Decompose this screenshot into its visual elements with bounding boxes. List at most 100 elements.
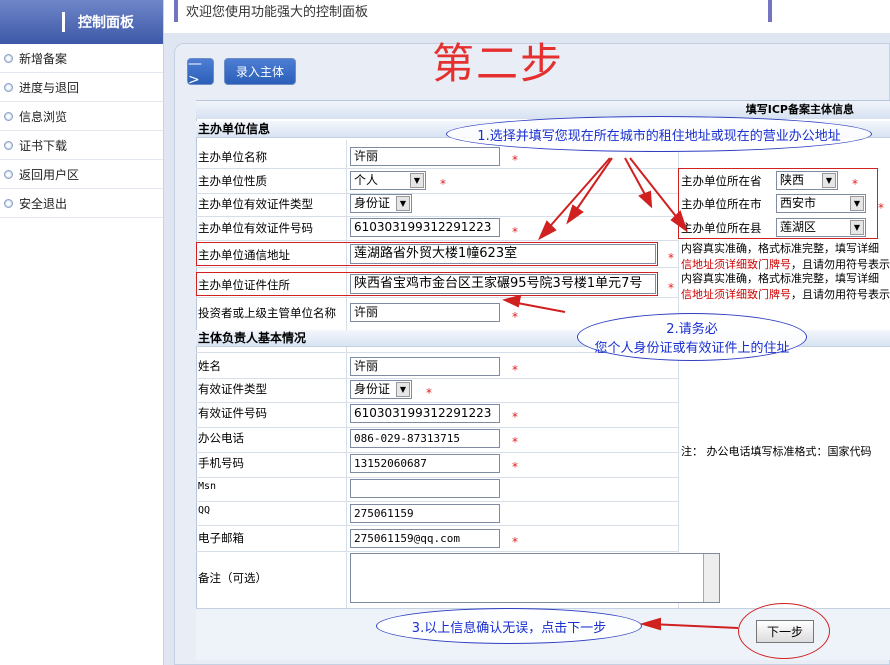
divider — [196, 477, 678, 478]
office-tel-input[interactable]: 086-029-87313715 — [350, 429, 500, 448]
label-person-cert-no: 有效证件号码 — [198, 406, 267, 420]
msn-input[interactable] — [350, 479, 500, 498]
sidebar-item-certificate[interactable]: 证书下载 — [0, 131, 163, 160]
bullet-icon — [4, 53, 13, 63]
step-title: 第二步 — [432, 39, 565, 88]
divider — [196, 378, 678, 379]
note-text: ，且请勿用符号表示 — [791, 288, 890, 301]
note-text: 内容真实准确，格式标准完整，填写详细 — [681, 242, 879, 255]
label-unit-name: 主办单位名称 — [198, 150, 267, 164]
sidebar-item-logout[interactable]: 安全退出 — [0, 189, 163, 218]
sidebar-item-browse[interactable]: 信息浏览 — [0, 102, 163, 131]
chevron-down-icon: ▼ — [850, 220, 864, 235]
annotation-2: 2.请务必您个人身份证或有效证件上的住址 — [577, 313, 807, 361]
label-address: 主办单位通信地址 — [198, 248, 290, 262]
required-mark: * — [668, 251, 674, 265]
label-province: 主办单位所在省 — [681, 174, 762, 188]
person-cert-no-input[interactable]: 610303199312291223 — [350, 404, 500, 423]
cert-no-input[interactable]: 610303199312291223 — [350, 218, 500, 237]
label-unit-type: 主办单位性质 — [198, 174, 267, 188]
bullet-icon — [4, 140, 13, 150]
divider — [196, 267, 678, 268]
label-msn: Msn — [198, 481, 217, 492]
required-mark: * — [512, 535, 518, 549]
annotation-2-line2: 您个人身份证或有效证件上的住址 — [594, 341, 790, 356]
unit-type-select[interactable]: 个人 ▼ — [350, 171, 426, 190]
cert-type-value: 身份证 — [354, 196, 391, 210]
label-cert-address: 主办单位证件住所 — [198, 278, 290, 292]
address-note: 内容真实准确，格式标准完整，填写详细 信地址须详细致门牌号，且请勿用符号表示 — [681, 240, 890, 272]
unit-type-value: 个人 — [354, 173, 379, 187]
divider — [196, 501, 678, 502]
label-city: 主办单位所在市 — [681, 197, 762, 211]
sidebar-item-progress[interactable]: 进度与退回 — [0, 73, 163, 102]
address-input[interactable]: 莲湖路省外贸大楼1幢623室 — [350, 244, 656, 264]
tel-note: 注： 办公电话填写标准格式：国家代码 — [681, 445, 872, 458]
bullet-icon — [4, 82, 13, 92]
unit-name-input[interactable]: 许丽 — [350, 147, 500, 166]
chevron-down-icon: ▼ — [396, 196, 410, 211]
name-input[interactable]: 许丽 — [350, 357, 500, 376]
investor-input[interactable]: 许丽 — [350, 303, 500, 322]
divider — [196, 452, 678, 453]
next-arrow-button[interactable]: —> — [187, 56, 214, 88]
label-name: 姓名 — [198, 359, 221, 373]
divider — [196, 551, 678, 552]
divider — [196, 168, 678, 169]
email-input[interactable]: 275061159@qq.com — [350, 529, 500, 548]
divider — [196, 427, 678, 428]
cert-type-select[interactable]: 身份证 ▼ — [350, 194, 412, 213]
annotation-2-line1: 2.请务必 — [666, 322, 718, 337]
cert-address-input[interactable]: 陕西省宝鸡市金台区王家碾95号院3号楼1单元7号 — [350, 274, 656, 294]
required-mark: * — [852, 177, 858, 191]
enter-entity-button[interactable]: 录入主体 — [224, 58, 296, 85]
mobile-input[interactable]: 13152060687 — [350, 454, 500, 473]
required-mark: * — [878, 201, 884, 215]
label-mobile: 手机号码 — [198, 456, 244, 470]
required-mark: * — [512, 310, 518, 324]
next-highlight — [738, 603, 830, 659]
label-county: 主办单位所在县 — [681, 221, 762, 235]
annotation-1: 1.选择并填写您现在所在城市的租住地址或现在的营业办公地址 — [446, 116, 872, 152]
required-mark: * — [512, 363, 518, 377]
required-mark: * — [512, 225, 518, 239]
province-select[interactable]: 陕西 ▼ — [776, 171, 838, 190]
required-mark: * — [668, 281, 674, 295]
sidebar: 控制面板 新增备案 进度与退回 信息浏览 证书下载 返回用户区 安全退出 — [0, 0, 164, 665]
required-mark: * — [426, 386, 432, 400]
sidebar-title: 控制面板 — [0, 0, 163, 44]
qq-input[interactable]: 275061159 — [350, 504, 500, 523]
label-person-cert-type: 有效证件类型 — [198, 382, 267, 396]
city-value: 西安市 — [780, 196, 817, 210]
divider — [768, 0, 772, 22]
divider — [174, 0, 178, 22]
county-select[interactable]: 莲湖区 ▼ — [776, 218, 866, 237]
required-mark: * — [512, 410, 518, 424]
label-investor: 投资者或上级主管单位名称 — [198, 306, 336, 320]
sidebar-item-new-filing[interactable]: 新增备案 — [0, 44, 163, 73]
remark-textarea[interactable] — [350, 553, 720, 603]
sidebar-item-user-area[interactable]: 返回用户区 — [0, 160, 163, 189]
chevron-down-icon: ▼ — [410, 173, 424, 188]
divider — [196, 193, 678, 194]
divider — [196, 402, 678, 403]
note-text: 内容真实准确，格式标准完整，填写详细 — [681, 272, 879, 285]
chevron-down-icon: ▼ — [396, 382, 410, 397]
annotation-3: 3.以上信息确认无误，点击下一步 — [376, 608, 642, 644]
chevron-down-icon: ▼ — [850, 196, 864, 211]
required-mark: * — [512, 435, 518, 449]
scrollbar[interactable] — [703, 554, 719, 602]
required-mark: * — [440, 177, 446, 191]
city-select[interactable]: 西安市 ▼ — [776, 194, 866, 213]
person-cert-type-select[interactable]: 身份证 ▼ — [350, 380, 412, 399]
divider — [196, 297, 678, 298]
welcome-text: 欢迎您使用功能强大的控制面板 — [186, 5, 369, 20]
top-bar: 欢迎您使用功能强大的控制面板 — [164, 0, 890, 33]
bullet-icon — [4, 169, 13, 179]
divider — [196, 240, 678, 241]
cert-address-note: 内容真实准确，格式标准完整，填写详细 信地址须详细致门牌号，且请勿用符号表示 — [681, 270, 890, 302]
required-mark: * — [512, 460, 518, 474]
required-mark: * — [512, 153, 518, 167]
label-cert-type: 主办单位有效证件类型 — [198, 197, 313, 211]
divider — [196, 216, 678, 217]
